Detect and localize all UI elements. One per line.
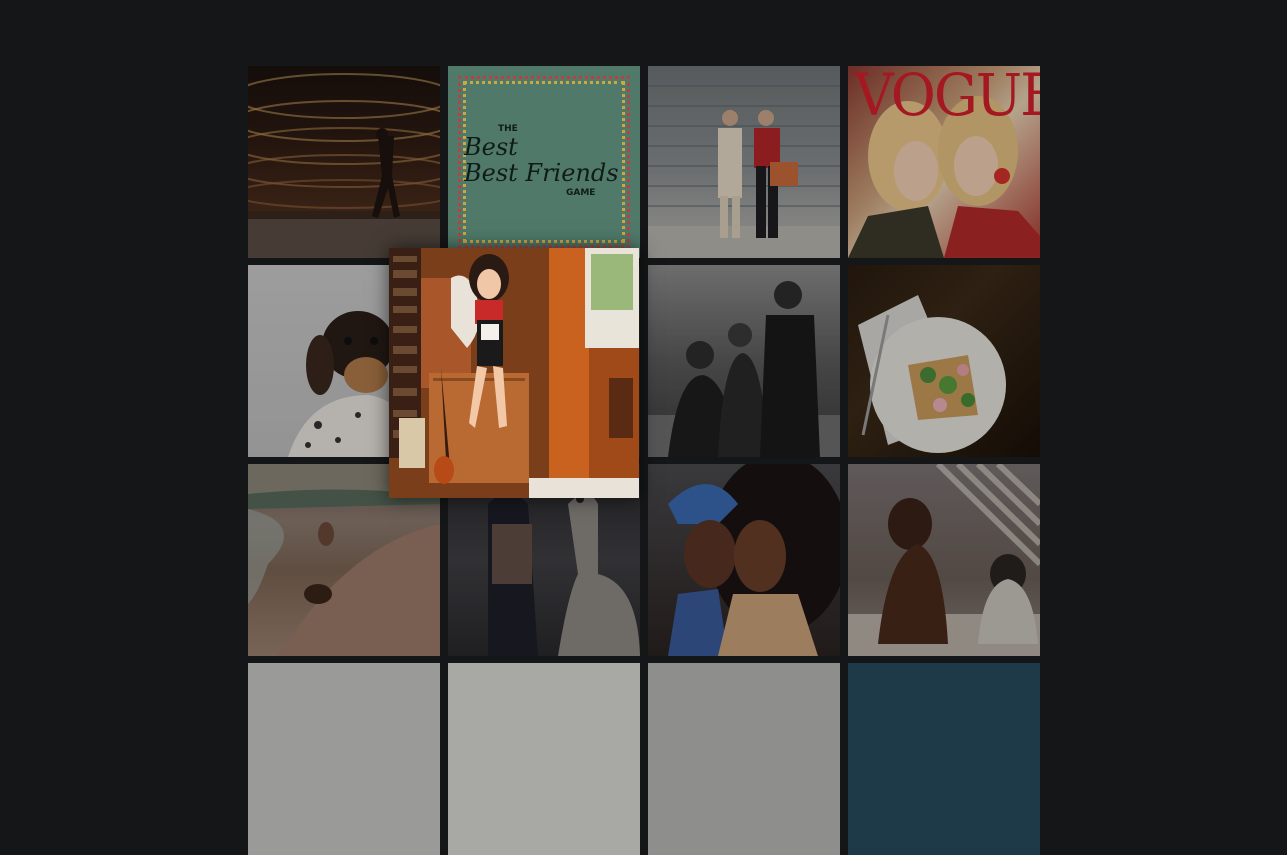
photo-grid: THE Best Best Friends GAME VOGUE: [248, 66, 1040, 855]
woman-on-cabinet-photo[interactable]: [389, 248, 639, 498]
gallery-tile-13[interactable]: [248, 663, 440, 855]
family-portrait-photo[interactable]: [648, 265, 840, 457]
game-title-best-friends: Best Friends: [464, 159, 619, 187]
gallery-tile-14[interactable]: [448, 663, 640, 855]
couple-illustration: [648, 85, 840, 258]
opera-illustration: [248, 73, 440, 258]
game-title-best: Best: [464, 133, 518, 161]
game-title: Best Best Friends: [464, 134, 634, 186]
game-title-game: GAME: [566, 188, 596, 198]
toast-plate-photo[interactable]: [848, 265, 1040, 457]
dachshunds-illustration: [848, 464, 1040, 656]
opera-stage-photo[interactable]: [248, 66, 440, 258]
family-illustration: [648, 281, 840, 457]
gallery-tile-16[interactable]: [848, 663, 1040, 855]
vogue-masthead: VOGUE: [854, 66, 1040, 129]
best-friends-game-cover[interactable]: THE Best Best Friends GAME: [448, 66, 640, 258]
toast-illustration: [858, 295, 1006, 453]
vogue-cover-photo[interactable]: VOGUE: [848, 66, 1040, 258]
woman-cabinet-illustration: [389, 248, 639, 498]
two-dachshunds-photo[interactable]: [848, 464, 1040, 656]
couple-street-photo[interactable]: [648, 66, 840, 258]
gallery-tile-15[interactable]: [648, 663, 840, 855]
two-women-photo[interactable]: [648, 464, 840, 656]
women-illustration: [668, 464, 840, 656]
